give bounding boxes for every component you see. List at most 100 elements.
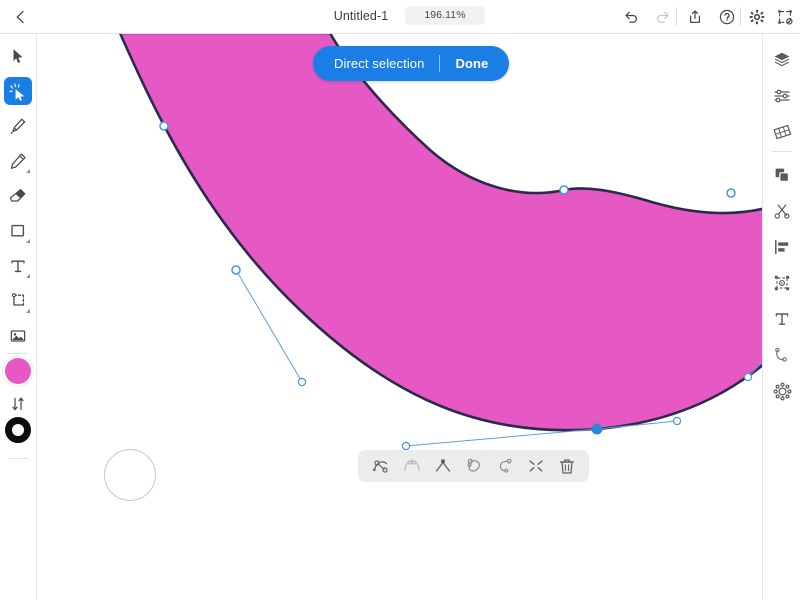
undo-button[interactable]: [618, 4, 644, 30]
scissors-icon: [774, 204, 790, 219]
settings-button[interactable]: [744, 4, 770, 30]
layers-panel-icon: [774, 52, 790, 67]
align-icon: [775, 239, 789, 255]
crescent-path[interactable]: [118, 33, 762, 432]
transform-shape-button[interactable]: [768, 269, 796, 297]
text-properties-button[interactable]: [768, 305, 796, 333]
mode-pill: Direct selection Done: [313, 46, 510, 81]
redo-button[interactable]: [650, 4, 676, 30]
handle-line-bottom-left: [405, 428, 598, 447]
submenu-indicator: [26, 239, 30, 243]
anchor-inner-left[interactable]: [559, 185, 569, 195]
submenu-indicator: [26, 169, 30, 173]
transform-crop-icon: [11, 293, 25, 306]
left-rail-divider: [8, 353, 28, 354]
document-title-text: Untitled-1: [333, 9, 389, 23]
swap-fill-stroke-button[interactable]: [4, 390, 32, 418]
anchor-mid-left[interactable]: [231, 265, 241, 275]
smooth-point-button[interactable]: [396, 451, 427, 481]
delete-anchor-icon: [559, 459, 574, 474]
pen-tool-button[interactable]: [4, 112, 32, 140]
grid-ruler-icon: [772, 124, 791, 139]
text-icon: [11, 260, 25, 273]
adjustments-button[interactable]: [768, 82, 796, 110]
zoom-level-text: 196.11%: [424, 9, 466, 21]
transform-shape-icon: [774, 275, 790, 291]
help-icon: [719, 9, 735, 25]
type-tool-button[interactable]: [4, 252, 32, 280]
done-button[interactable]: Done: [440, 56, 509, 71]
close-path-icon: [466, 458, 480, 472]
right-tool-rail: [762, 33, 800, 600]
shape-tool-button[interactable]: [4, 217, 32, 245]
top-toolbar: Untitled-1 196.11%: [0, 0, 800, 34]
corner-point-button[interactable]: [427, 451, 458, 481]
cut-path-icon: [528, 460, 543, 472]
open-path-button[interactable]: [489, 451, 520, 481]
smooth-point-icon: [403, 458, 420, 471]
selection-arrow-icon: [13, 49, 23, 63]
selection-tool-button[interactable]: [4, 42, 32, 70]
pen-icon: [10, 118, 26, 134]
share-button[interactable]: [682, 4, 708, 30]
handle-point-bottom-right[interactable]: [672, 416, 682, 426]
anchor-inner-right[interactable]: [726, 188, 736, 198]
corner-point-icon: [435, 459, 450, 472]
image-tool-button[interactable]: [4, 322, 32, 350]
undo-icon: [625, 11, 637, 23]
layers-panel-button[interactable]: [768, 46, 796, 74]
open-path-icon: [499, 458, 512, 473]
eraser-icon: [9, 188, 26, 202]
close-path-button[interactable]: [458, 451, 489, 481]
align-button[interactable]: [768, 233, 796, 261]
transform-tool-button[interactable]: [4, 287, 32, 315]
right-rail-divider: [772, 151, 792, 152]
topbar-divider-2: [740, 7, 741, 26]
duplicate-icon: [775, 168, 790, 183]
swap-arrows-icon: [12, 397, 24, 411]
document-title: Untitled-1: [0, 9, 800, 23]
direct-selection-icon: [8, 83, 24, 101]
settings-gear-icon: [772, 381, 791, 400]
text-properties-icon: [775, 313, 789, 325]
delete-anchor-button[interactable]: [551, 451, 582, 481]
pencil-icon: [10, 153, 26, 169]
path-button[interactable]: [768, 341, 796, 369]
share-icon: [689, 10, 701, 24]
eraser-tool-button[interactable]: [4, 182, 32, 210]
convert-anchor-point-icon: [372, 460, 388, 473]
submenu-indicator: [26, 274, 30, 278]
anchor-top-left[interactable]: [159, 121, 169, 131]
left-rail-divider-2: [8, 458, 28, 459]
zoom-level-badge[interactable]: 196.11%: [405, 6, 485, 25]
rectangle-icon: [11, 224, 25, 237]
anchor-bottom-selected[interactable]: [591, 423, 603, 435]
help-button[interactable]: [714, 4, 740, 30]
path-curve-icon: [775, 347, 787, 362]
pencil-tool-button[interactable]: [4, 147, 32, 175]
direct-selection-tool-button[interactable]: [4, 77, 32, 105]
direct-selection-mode-label[interactable]: Direct selection: [313, 56, 439, 71]
image-icon: [10, 330, 26, 342]
transform-frame-button[interactable]: [772, 4, 798, 30]
grid-button[interactable]: [768, 118, 796, 146]
back-button[interactable]: [8, 4, 34, 30]
gear-icon: [749, 9, 765, 25]
handle-point-bottom-left[interactable]: [401, 441, 411, 451]
handle-point-right-edge[interactable]: [743, 372, 753, 382]
left-tool-rail: [0, 33, 37, 600]
cut-path-button[interactable]: [520, 451, 551, 481]
stroke-color-swatch[interactable]: [5, 417, 31, 443]
cut-button[interactable]: [768, 197, 796, 225]
submenu-indicator: [26, 309, 30, 313]
convert-anchor-point-button[interactable]: [365, 451, 396, 481]
properties-button[interactable]: [768, 377, 796, 405]
topbar-divider: [676, 7, 677, 26]
path-context-toolbar: [358, 450, 589, 482]
drawing-canvas[interactable]: [37, 33, 762, 600]
duplicate-button[interactable]: [768, 161, 796, 189]
chevron-left-icon: [16, 10, 24, 24]
fill-color-swatch[interactable]: [5, 358, 31, 384]
touch-point-ring: [104, 449, 156, 501]
handle-point-mid-left[interactable]: [297, 377, 307, 387]
